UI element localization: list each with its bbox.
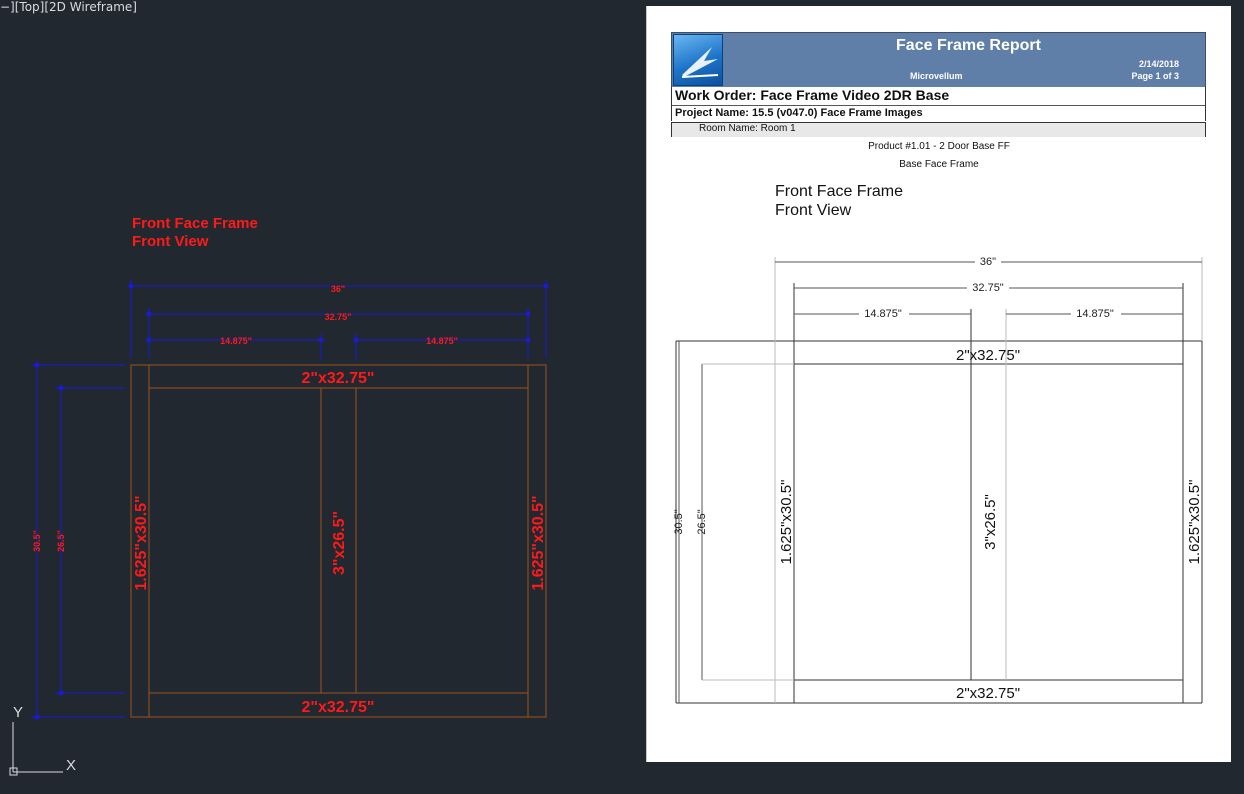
cad-bottom-rail-label: 2"x32.75" <box>301 699 374 716</box>
report-dim-left-opening: 14.875" <box>864 308 902 320</box>
cad-dim-overall-height: 30.5" <box>32 530 42 552</box>
report-dim-overall-height: 30.5" <box>673 509 685 534</box>
report-top-rail-label: 2"x32.75" <box>956 347 1020 364</box>
cad-dim-tick <box>34 362 40 368</box>
cad-dimensions <box>31 280 549 720</box>
report-dim-overall-width: 36" <box>980 256 996 268</box>
report-page: Face Frame Report 2/14/2018 Microvellum … <box>646 6 1231 762</box>
ucs-x-label: X <box>66 757 76 774</box>
ucs-y-label: Y <box>13 704 23 721</box>
cad-dim-tick <box>146 337 152 343</box>
cad-top-rail-label: 2"x32.75" <box>301 370 374 387</box>
cad-dim-inner-height: 26.5" <box>56 530 66 552</box>
cad-dim-tick <box>146 311 152 317</box>
cad-dim-left-opening: 14.875" <box>220 336 252 346</box>
report-dim-inner-width: 32.75" <box>972 282 1004 294</box>
cad-dim-overall-width: 36" <box>331 284 345 294</box>
report-dim-right-opening: 14.875" <box>1076 308 1114 320</box>
report-mid-stile-label: 3"x26.5" <box>982 494 999 550</box>
report-left-stile-label: 1.625"x30.5" <box>778 480 795 565</box>
cad-left-stile-label: 1.625"x30.5" <box>133 495 150 590</box>
cad-dim-tick <box>525 311 531 317</box>
cad-dim-tick <box>128 283 134 289</box>
report-dim-inner-height: 26.5" <box>696 509 708 534</box>
cad-dim-right-opening: 14.875" <box>426 336 458 346</box>
report-right-stile-label: 1.625"x30.5" <box>1186 480 1203 565</box>
cad-right-stile-label: 1.625"x30.5" <box>530 495 547 590</box>
cad-dim-tick <box>58 690 64 696</box>
cad-dim-tick <box>58 385 64 391</box>
cad-dim-tick <box>543 283 549 289</box>
cad-title-line2: Front View <box>132 233 209 250</box>
report-bottom-rail-label: 2"x32.75" <box>956 685 1020 702</box>
cad-drawing: Front Face Frame Front View 36" 32.75" 1… <box>31 215 549 720</box>
cad-viewport[interactable]: −][Top][2D Wireframe] Front Face Frame F… <box>0 0 640 794</box>
cad-dim-tick <box>318 337 324 343</box>
ucs-icon: Y X <box>9 704 76 776</box>
cad-dim-tick <box>353 337 359 343</box>
cad-mid-stile-label: 3"x26.5" <box>331 511 348 575</box>
cad-dim-inner-width: 32.75" <box>325 312 352 322</box>
report-drawing: 36" 32.75" 14.875" 14.875" 30.5" 26.5" 2… <box>673 255 1203 704</box>
cad-dim-tick <box>525 337 531 343</box>
cad-title-line1: Front Face Frame <box>132 215 258 232</box>
